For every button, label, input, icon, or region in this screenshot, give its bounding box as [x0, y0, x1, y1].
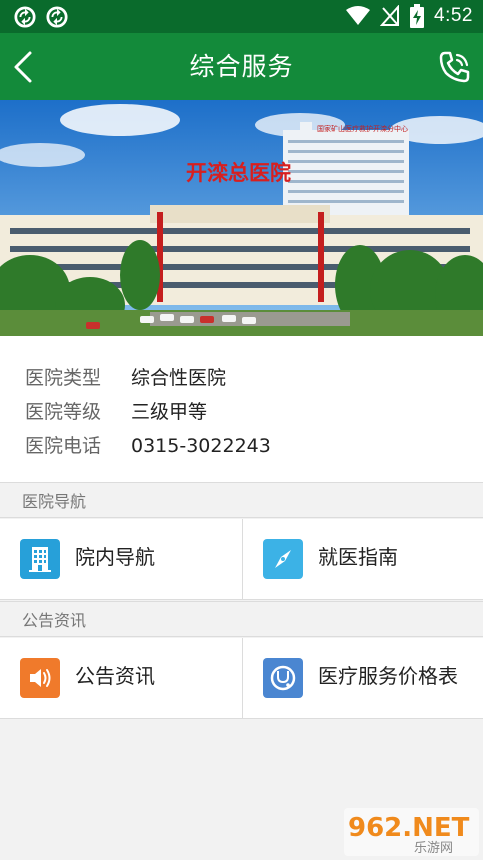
- announcements-label: 公告资讯: [75, 664, 155, 688]
- hospital-type-label: 医院类型: [25, 367, 102, 389]
- sync-icon: [46, 6, 68, 28]
- status-time: 4:52: [434, 5, 473, 26]
- phone-call-icon[interactable]: [437, 49, 473, 85]
- info-row-type: 医院类型 综合性医院: [25, 363, 226, 390]
- hospital-banner-image: 国家矿山医疗救护开滦分中心 开滦总医院: [0, 100, 483, 336]
- status-bar: 4:52: [0, 0, 483, 33]
- speaker-icon: [20, 658, 60, 698]
- stethoscope-icon: [263, 658, 303, 698]
- building-icon: [20, 539, 60, 579]
- info-row-phone: 医院电话 0315-3022243: [25, 431, 271, 458]
- hospital-level-value: 三级甲等: [131, 401, 208, 423]
- medical-guide-label: 就医指南: [318, 545, 398, 569]
- hospital-info-panel: 医院类型 综合性医院 医院等级 三级甲等 医院电话 0315-3022243: [0, 336, 483, 482]
- hospital-phone-label: 医院电话: [25, 435, 102, 457]
- inner-navigation-label: 院内导航: [75, 545, 155, 569]
- building-sign: 开滦总医院: [186, 161, 291, 185]
- section-title-announcements: 公告资讯: [0, 601, 483, 637]
- wifi-icon: [346, 6, 371, 25]
- announcements-button[interactable]: 公告资讯: [0, 638, 241, 718]
- sync-icon: [14, 6, 36, 28]
- price-list-button[interactable]: 医疗服务价格表: [242, 638, 483, 718]
- no-signal-icon: [380, 5, 400, 26]
- compass-icon: [263, 539, 303, 579]
- hospital-type-value: 综合性医院: [131, 367, 227, 389]
- watermark-logo: 962.NET 乐游网: [344, 808, 479, 856]
- section-title-hospital-navigation: 医院导航: [0, 482, 483, 518]
- watermark-sub: 乐游网: [414, 841, 453, 856]
- battery-charging-icon: [410, 4, 425, 28]
- medical-guide-button[interactable]: 就医指南: [242, 519, 483, 599]
- announcements-grid: 公告资讯 医疗服务价格表: [0, 638, 483, 719]
- navigation-grid: 院内导航 就医指南: [0, 519, 483, 600]
- app-header: 综合服务: [0, 33, 483, 100]
- info-row-level: 医院等级 三级甲等: [25, 397, 207, 424]
- page-title: 综合服务: [189, 52, 294, 81]
- inner-navigation-button[interactable]: 院内导航: [0, 519, 241, 599]
- roof-sign: 国家矿山医疗救护开滦分中心: [317, 124, 408, 133]
- hospital-phone-value[interactable]: 0315-3022243: [131, 435, 271, 457]
- watermark-brand: 962.NET: [348, 813, 470, 843]
- price-list-label: 医疗服务价格表: [318, 664, 458, 688]
- hospital-level-label: 医院等级: [25, 401, 102, 423]
